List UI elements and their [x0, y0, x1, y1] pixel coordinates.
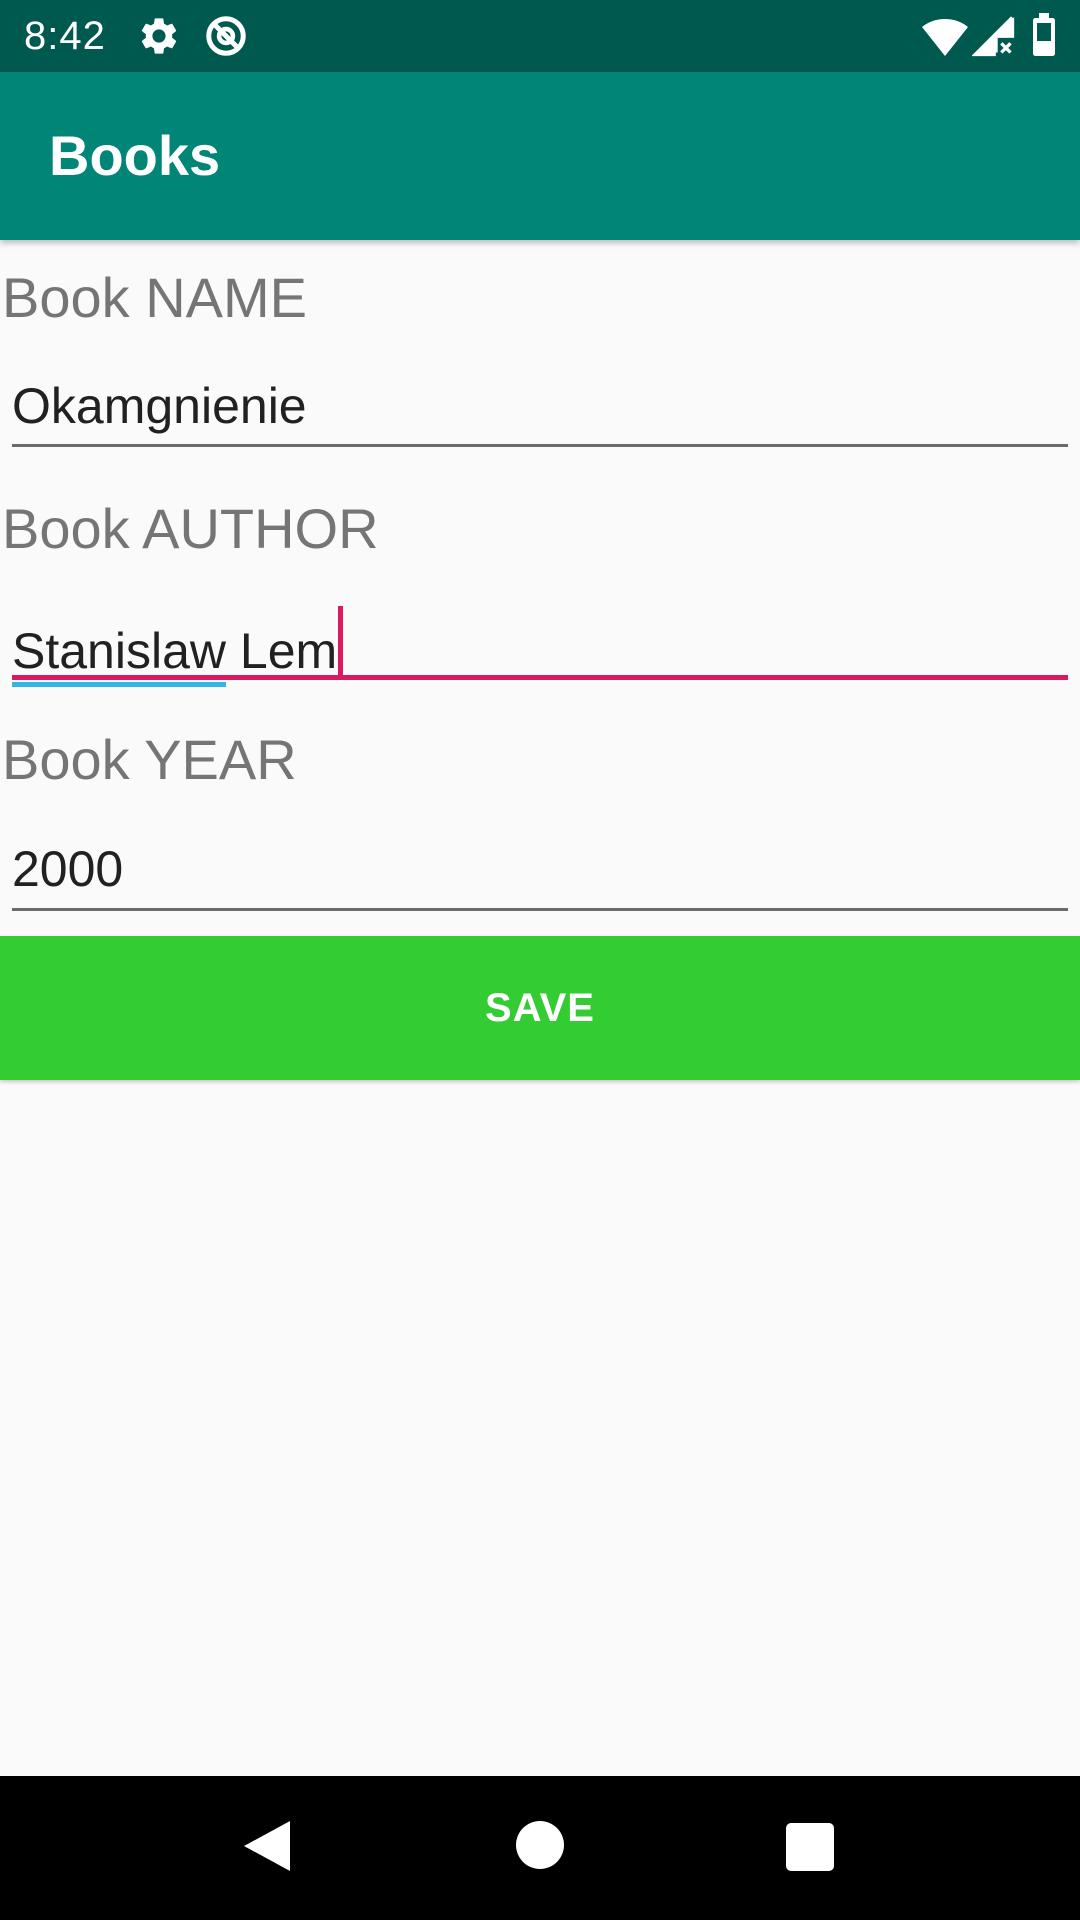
app-title: Books [49, 124, 221, 187]
book-author-label: Book AUTHOR [2, 497, 379, 560]
recents-icon[interactable] [786, 1823, 834, 1871]
spellcheck-underline [12, 682, 226, 687]
book-year-underline [12, 908, 1068, 911]
home-icon[interactable] [516, 1821, 564, 1869]
gear-icon [141, 18, 177, 54]
book-author-underline [12, 675, 1068, 680]
book-year-label: Book YEAR [2, 728, 297, 791]
battery-icon [1033, 13, 1055, 56]
book-author-input[interactable]: Stanislaw Lem [12, 606, 344, 687]
author-rest: Lem [226, 623, 338, 679]
app-bar: Books [0, 72, 1080, 240]
text-cursor [338, 606, 344, 680]
save-button[interactable]: SAVE [0, 936, 1080, 1080]
navigation-bar [0, 1776, 1080, 1920]
author-first-word: Stanislaw [12, 623, 226, 679]
status-time: 8:42 [24, 14, 106, 58]
book-name-label: Book NAME [2, 266, 307, 329]
status-bar: 8:42 [0, 0, 1080, 72]
book-name-underline [12, 444, 1068, 447]
no-proxy-icon [206, 16, 246, 56]
book-name-input[interactable] [12, 374, 1068, 438]
spellcheck-word: Stanislaw [12, 619, 226, 687]
wifi-icon [922, 19, 968, 56]
back-icon[interactable] [242, 1819, 292, 1873]
book-year-input[interactable] [12, 837, 1068, 901]
signal-icon [972, 16, 1015, 57]
